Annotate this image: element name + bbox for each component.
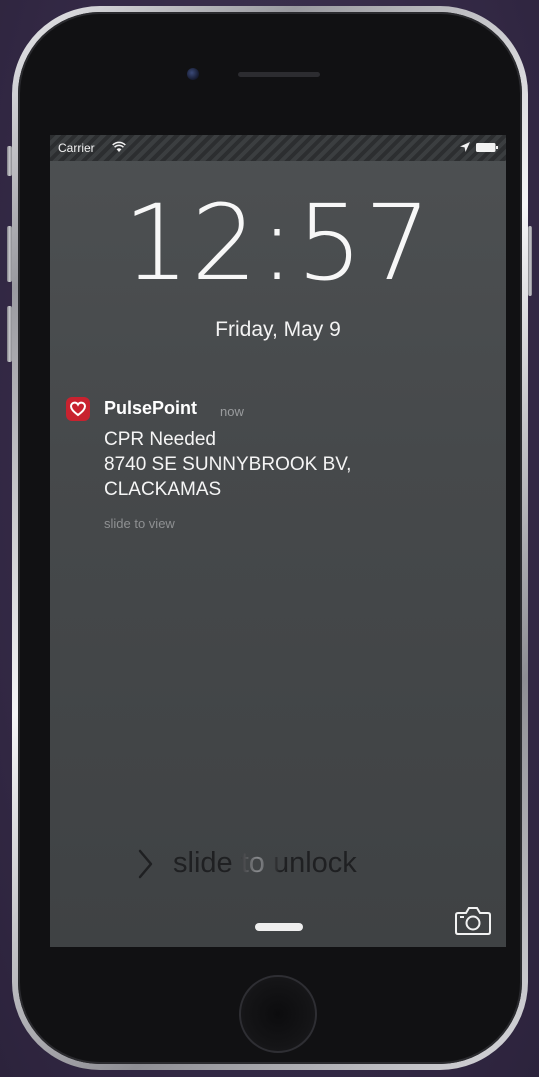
- home-button[interactable]: [239, 975, 317, 1053]
- status-bar: Carrier: [50, 135, 506, 161]
- notification-city-line: CLACKAMAS: [104, 479, 222, 500]
- earpiece-speaker: [238, 72, 320, 77]
- power-button: [528, 226, 532, 296]
- carrier-label: Carrier: [58, 141, 95, 155]
- volume-down-button: [7, 306, 12, 362]
- location-arrow-icon: [460, 142, 470, 152]
- slide-to-view-hint[interactable]: slide to view: [104, 516, 175, 531]
- mute-switch: [7, 146, 12, 176]
- pulsepoint-heart-icon: [66, 397, 90, 421]
- chevron-right-icon: [138, 849, 153, 879]
- front-camera: [187, 68, 199, 80]
- lock-screen[interactable]: Carrier 12:57 Friday, May 9 PulsePoint n…: [50, 135, 506, 947]
- notification-app-name: PulsePoint: [104, 398, 198, 418]
- notification-address-line: 8740 SE SUNNYBROOK BV,: [104, 454, 352, 475]
- lock-screen-time: 12:57: [123, 182, 433, 304]
- slide-to-unlock-label: slide to unlock: [173, 847, 357, 879]
- lock-screen-date: Friday, May 9: [215, 318, 341, 341]
- volume-up-button: [7, 226, 12, 282]
- notification-timestamp: now: [220, 404, 244, 419]
- battery-icon: [476, 143, 498, 152]
- wifi-icon: [112, 141, 126, 152]
- camera-icon[interactable]: [455, 905, 491, 935]
- notification-title: CPR Needed: [104, 429, 216, 450]
- control-center-grabber[interactable]: [255, 923, 303, 931]
